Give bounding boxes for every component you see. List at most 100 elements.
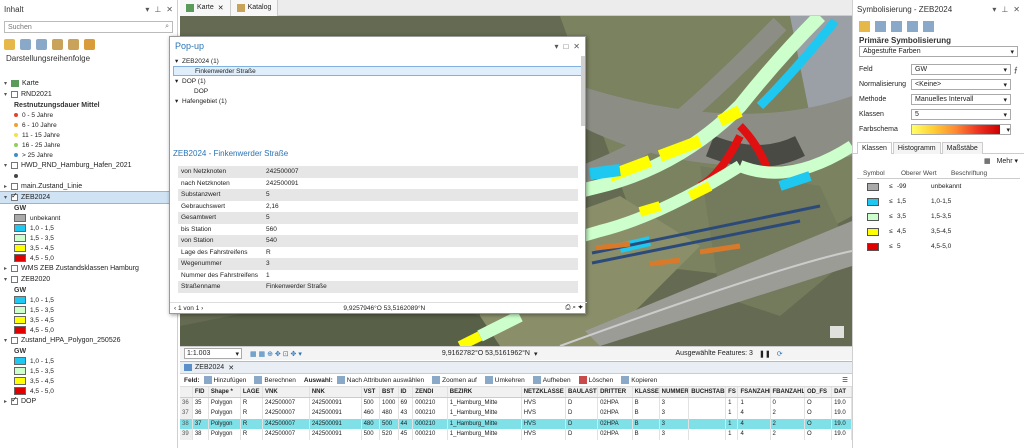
calculate-field-button[interactable]: Berechnen (254, 376, 296, 384)
column-header[interactable]: FS (725, 387, 739, 398)
symbol-layer-icon[interactable] (891, 20, 902, 32)
map-item[interactable]: ▾ Karte (0, 78, 176, 89)
popup-list-item[interactable]: Finkenwerder Straße (173, 66, 585, 76)
column-header[interactable]: BUCHSTABE (688, 387, 727, 398)
tab-histogramm[interactable]: Histogramm (892, 141, 941, 154)
layer-zeb2020[interactable]: ▾ ZEB2020 (0, 274, 176, 285)
expand-icon[interactable]: ▾ (4, 194, 11, 201)
class-row[interactable]: ≤4,5 3,5-4,5 (857, 224, 1020, 239)
class-row[interactable]: ≤1,5 1,0-1,5 (857, 194, 1020, 209)
selection-icon[interactable] (36, 38, 47, 50)
expand-icon[interactable]: ▾ (4, 162, 11, 169)
column-header[interactable]: ID (398, 387, 414, 398)
prev-icon[interactable]: ‹ (174, 305, 176, 312)
search-icon[interactable]: ⌕ (165, 23, 169, 31)
layer-checkbox[interactable] (11, 191, 18, 201)
layer-checkbox[interactable] (11, 265, 18, 272)
editing-icon[interactable] (52, 38, 63, 50)
filter-icon[interactable] (907, 20, 918, 32)
switch-selection-button[interactable]: Umkehren (484, 376, 525, 384)
class-symbol-swatch[interactable] (867, 227, 879, 236)
chevron-down-icon[interactable]: ▾ (534, 350, 538, 358)
layer-checkbox[interactable] (11, 162, 18, 169)
column-header[interactable]: BEZIRK (447, 387, 522, 398)
clear-selection-button[interactable]: Aufheben (532, 376, 571, 384)
column-header[interactable]: BST (379, 387, 399, 398)
layer-checkbox[interactable] (11, 337, 18, 344)
layer-checkbox[interactable] (11, 183, 18, 190)
expand-icon[interactable]: ▾ (4, 276, 11, 283)
delete-button[interactable]: Löschen (578, 376, 613, 384)
column-header[interactable]: ZENDI (412, 387, 448, 398)
expand-icon[interactable]: ▸ (4, 398, 11, 405)
copy-button[interactable]: Kopieren (621, 376, 657, 384)
class-row[interactable]: ≤3,5 1,5-3,5 (857, 209, 1020, 224)
add-field-button[interactable]: Hinzufügen (203, 376, 246, 384)
search-input[interactable]: Suchen ⌕ (4, 21, 173, 33)
class-label[interactable]: 3,5-4,5 (931, 228, 981, 235)
close-icon[interactable]: ✕ (228, 364, 234, 372)
pin-icon[interactable]: ⊥ (1001, 5, 1008, 14)
layer-hwd-rnd[interactable]: ▾ HWD_RND_Hamburg_Hafen_2021 (0, 160, 176, 171)
tab-klassen[interactable]: Klassen (857, 141, 892, 154)
close-icon[interactable]: ✕ (573, 42, 580, 51)
column-header[interactable]: DRITTER (597, 387, 633, 398)
popup-list-item[interactable]: DOP (173, 86, 585, 96)
column-header[interactable]: FID (192, 387, 209, 398)
class-symbol-swatch[interactable] (867, 197, 879, 206)
class-symbol-swatch[interactable] (867, 182, 879, 191)
close-icon[interactable]: ✕ (166, 5, 173, 14)
column-header[interactable]: NETZKLASSE (521, 387, 567, 398)
drawing-order-icon[interactable] (4, 38, 15, 50)
upper-value[interactable]: 5 (897, 243, 931, 250)
labeling-icon[interactable] (84, 38, 95, 50)
class-symbol-swatch[interactable] (867, 242, 879, 251)
close-icon[interactable]: ✕ (218, 4, 224, 12)
expand-icon[interactable]: ▾ (4, 91, 11, 98)
tab-massstaebe[interactable]: Maßstäbe (941, 141, 983, 154)
upper-value[interactable]: -99 (897, 183, 931, 190)
column-header[interactable]: DAT (831, 387, 852, 398)
pause-icon[interactable]: ❚❚ (759, 350, 771, 358)
next-icon[interactable]: › (201, 305, 203, 312)
field-select[interactable]: GW ▾ (911, 64, 1011, 75)
layer-rnd2021[interactable]: ▾ RND2021 (0, 89, 176, 100)
expand-icon[interactable]: ▾ (4, 337, 11, 344)
zoom-to-button[interactable]: Zoomen auf (432, 376, 477, 384)
column-header[interactable]: FBANZAHL (770, 387, 806, 398)
layer-zustand-hpa[interactable]: ▾ Zustand_HPA_Polygon_250526 (0, 335, 176, 346)
table-row[interactable]: 39 38 Polygon R 242500007 242500091 500 520 45 00… (180, 429, 852, 440)
popup-list-item[interactable]: ▾ Hafengebiet (1) (173, 96, 585, 106)
upper-value[interactable]: 3,5 (897, 213, 931, 220)
close-icon[interactable]: ✕ (1013, 5, 1020, 14)
field-select[interactable]: Manuelles Intervall ▾ (911, 94, 1011, 105)
maximize-icon[interactable]: □ (563, 42, 568, 51)
table-row[interactable]: 36 35 Polygon R 242500007 242500091 500 1000 69 0… (180, 397, 852, 408)
class-symbol-swatch[interactable] (867, 212, 879, 221)
options-icon[interactable]: ▾ (992, 5, 996, 14)
column-header[interactable]: NNK (309, 387, 362, 398)
tab-karte[interactable]: Karte ✕ (180, 0, 231, 16)
class-label[interactable]: 1,0-1,5 (931, 198, 981, 205)
data-source-icon[interactable] (20, 38, 31, 50)
column-header[interactable]: OD_FS (804, 387, 833, 398)
snapping-icon[interactable] (68, 38, 79, 50)
layer-checkbox[interactable] (11, 91, 18, 98)
scale-selector[interactable]: 1:1.003 ▾ (184, 348, 242, 359)
column-header[interactable]: Shape * (208, 387, 241, 398)
field-select[interactable]: ▾ (911, 124, 1011, 135)
pin-icon[interactable]: ⊥ (154, 5, 161, 14)
field-select[interactable]: 5 ▾ (911, 109, 1011, 120)
expression-icon[interactable]: ⨍ (1014, 66, 1018, 74)
class-row[interactable]: ≤5 4,5-5,0 (857, 239, 1020, 254)
column-header[interactable]: LAGE (240, 387, 264, 398)
expand-icon[interactable]: ▸ (4, 265, 11, 272)
class-label[interactable]: 4,5-5,0 (931, 243, 981, 250)
upper-value[interactable]: 1,5 (897, 198, 931, 205)
popup-list-item[interactable]: ▾ ZEB2024 (1) (173, 56, 585, 66)
popup-list-scrollbar[interactable] (581, 56, 585, 126)
table-row[interactable]: 38 37 Polygon R 242500007 242500091 480 500 44 00… (180, 418, 852, 429)
popup-list-item[interactable]: ▾ DOP (1) (173, 76, 585, 86)
flash-icon[interactable]: ✦ (578, 304, 583, 311)
field-select[interactable]: <Keine> ▾ (911, 79, 1011, 90)
